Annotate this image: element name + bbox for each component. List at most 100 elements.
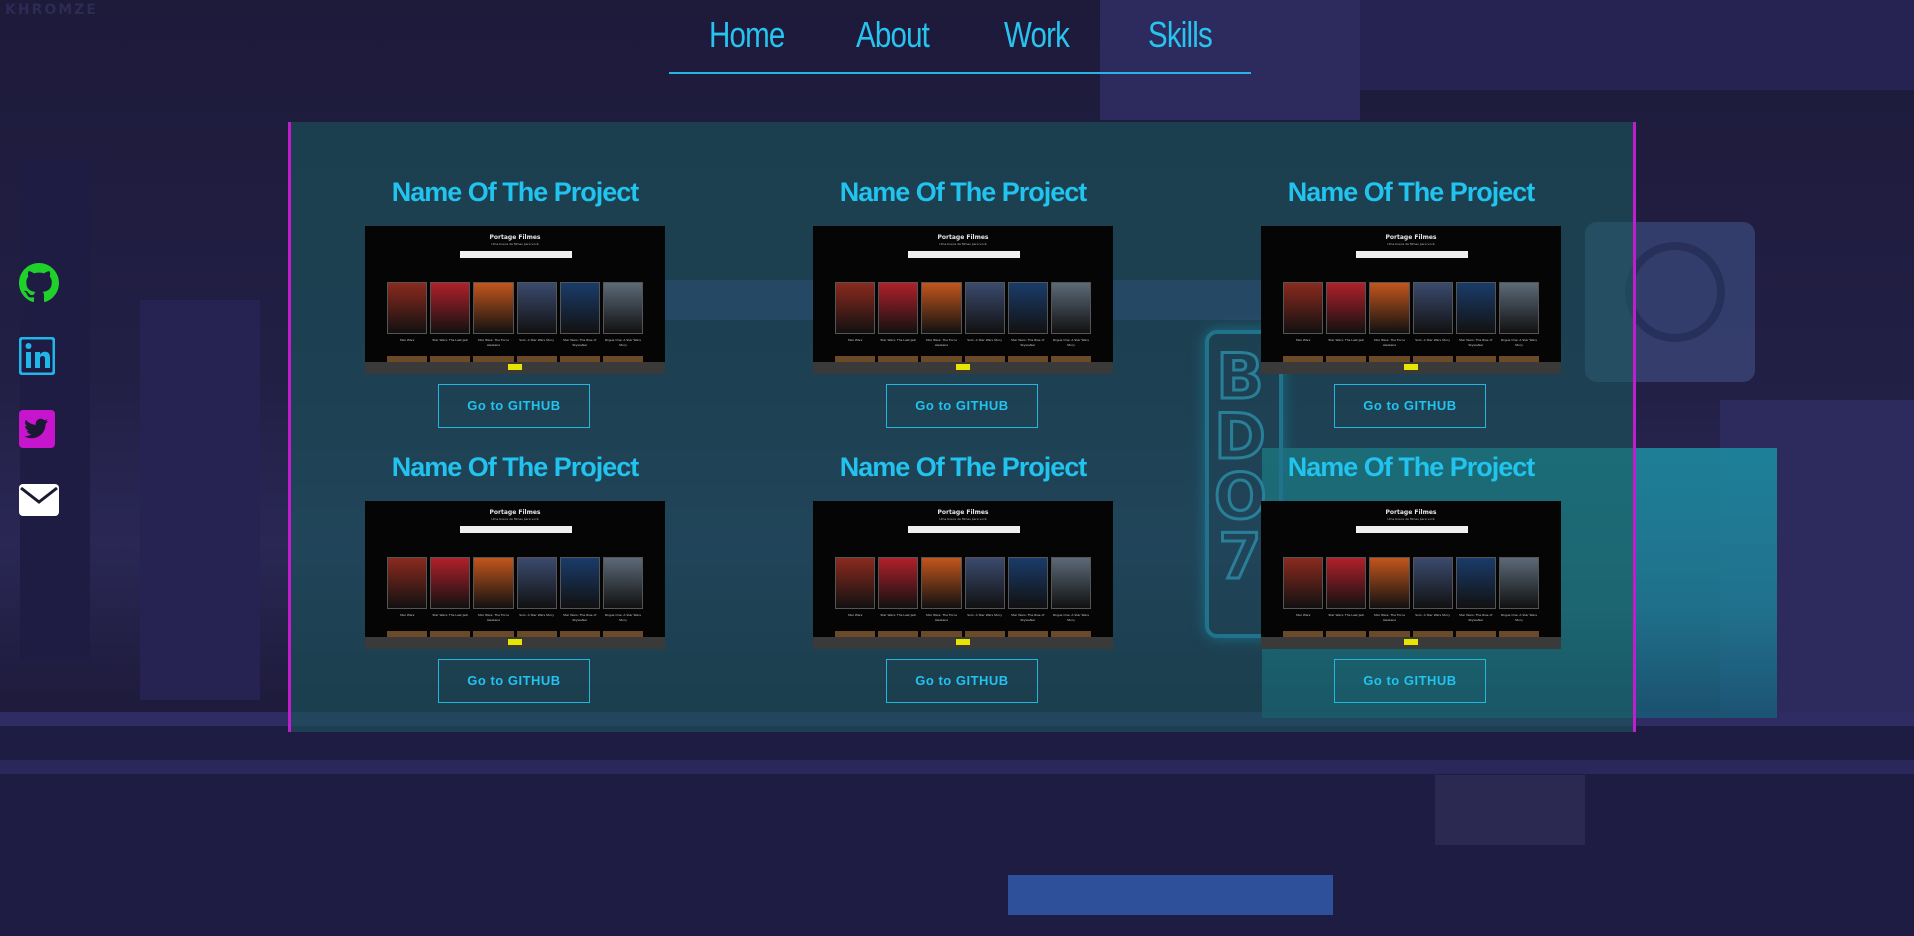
thumbnail-labels: Star Wars Star Wars: The Last Jedi Star Wa… xyxy=(387,338,643,358)
thumbnail-search-bar xyxy=(460,251,572,258)
movie-title: Star Wars xyxy=(847,338,863,342)
movie-title: Star Wars: The Last Jedi xyxy=(1328,613,1365,617)
movie-title: Rogue One: A Star Wars Story xyxy=(604,613,641,622)
movie-title: Star Wars: The Last Jedi xyxy=(432,338,469,342)
github-button[interactable]: Go to GITHUB xyxy=(886,659,1038,703)
thumbnail-subtitle: Uma busca de filmes para você xyxy=(1387,242,1435,246)
movie-title: Star Wars: The Rise of Skywalker xyxy=(1459,338,1493,347)
project-thumbnail: Portage Filmes Uma busca de filmes para v… xyxy=(813,226,1113,374)
thumbnail-labels: Star Wars Star Wars: The Last Jedi Star Wa… xyxy=(1283,613,1539,633)
movie-title: Star Wars: The Force Awakens xyxy=(925,338,957,347)
movie-poster xyxy=(835,282,876,334)
movie-title: Star Wars: The Rise of Skywalker xyxy=(1011,338,1045,347)
thumbnail-posters xyxy=(835,282,1092,334)
github-button[interactable]: Go to GITHUB xyxy=(438,384,590,428)
movie-title: Star Wars: The Force Awakens xyxy=(477,613,509,622)
movie-title: Solo: A Star Wars Story xyxy=(1415,613,1450,617)
bg-rail xyxy=(0,760,1914,774)
project-thumbnail: Portage Filmes Uma busca de filmes para v… xyxy=(813,501,1113,649)
project-title: Name Of The Project xyxy=(391,452,640,482)
movie-title: Star Wars xyxy=(1295,613,1311,617)
movie-poster xyxy=(1412,282,1453,334)
movie-poster xyxy=(835,557,876,609)
movie-poster xyxy=(964,282,1005,334)
thumbnail-posters xyxy=(387,557,644,609)
movie-poster xyxy=(387,557,428,609)
project-thumbnail: Portage Filmes Uma busca de filmes para v… xyxy=(365,501,665,649)
movie-title: Star Wars: The Rise of Skywalker xyxy=(563,613,597,622)
nav-skills[interactable]: Skills xyxy=(1148,14,1213,56)
movie-poster xyxy=(1007,282,1048,334)
nav-work[interactable]: Work xyxy=(1004,14,1070,56)
thumbnail-site-title: Portage Filmes xyxy=(1385,234,1437,241)
nav-home[interactable]: Home xyxy=(709,14,785,56)
github-icon[interactable] xyxy=(19,263,59,303)
project-thumbnail: Portage Filmes Uma busca de filmes para v… xyxy=(1261,501,1561,649)
github-button[interactable]: Go to GITHUB xyxy=(1334,384,1486,428)
thumbnail-posters xyxy=(835,557,1092,609)
movie-title: Star Wars: The Rise of Skywalker xyxy=(563,338,597,347)
movie-poster xyxy=(1369,282,1410,334)
movie-poster xyxy=(559,282,600,334)
thumbnail-posters xyxy=(387,282,644,334)
thumbnail-site-title: Portage Filmes xyxy=(489,234,541,241)
thumbnail-page-button xyxy=(956,639,970,645)
site-logo: KHROMZE xyxy=(5,2,98,18)
movie-poster xyxy=(516,282,557,334)
movie-poster xyxy=(1498,557,1540,609)
thumbnail-search-bar xyxy=(1356,251,1468,258)
thumbnail-page-button xyxy=(1404,364,1418,370)
movie-title: Star Wars xyxy=(399,338,415,342)
github-button[interactable]: Go to GITHUB xyxy=(438,659,590,703)
thumbnail-search-bar xyxy=(908,526,1020,533)
movie-poster xyxy=(1007,557,1048,609)
thumbnail-page-button xyxy=(1404,639,1418,645)
thumbnail-site-title: Portage Filmes xyxy=(489,509,541,516)
movie-title: Star Wars: The Rise of Skywalker xyxy=(1011,613,1045,622)
movie-title: Star Wars: The Last Jedi xyxy=(880,338,917,342)
thumbnail-page-button xyxy=(508,639,522,645)
movie-title: Rogue One: A Star Wars Story xyxy=(1052,613,1089,622)
movie-title: Solo: A Star Wars Story xyxy=(519,613,554,617)
bg-window xyxy=(1008,875,1333,915)
movie-poster xyxy=(1455,557,1496,609)
nav-about[interactable]: About xyxy=(856,14,930,56)
project-title: Name Of The Project xyxy=(839,452,1088,482)
movie-poster xyxy=(964,557,1005,609)
movie-poster xyxy=(921,557,962,609)
linkedin-icon[interactable] xyxy=(18,336,59,377)
thumbnail-labels: Star Wars Star Wars: The Last Jedi Star Wa… xyxy=(835,338,1091,358)
main-nav: Home About Work Skills xyxy=(669,0,1251,74)
thumbnail-site-title: Portage Filmes xyxy=(937,234,989,241)
thumbnail-labels: Star Wars Star Wars: The Last Jedi Star Wa… xyxy=(387,613,643,633)
thumbnail-labels: Star Wars Star Wars: The Last Jedi Star Wa… xyxy=(835,613,1091,633)
movie-poster xyxy=(1455,282,1496,334)
movie-title: Star Wars xyxy=(399,613,415,617)
project-title: Name Of The Project xyxy=(839,177,1088,207)
movie-title: Star Wars: The Force Awakens xyxy=(925,613,957,622)
movie-poster xyxy=(473,557,514,609)
thumbnail-posters xyxy=(1283,282,1540,334)
thumbnail-site-title: Portage Filmes xyxy=(1385,509,1437,516)
movie-poster xyxy=(430,557,471,609)
thumbnail-subtitle: Uma busca de filmes para você xyxy=(1387,517,1435,521)
movie-poster xyxy=(1498,282,1540,334)
movie-title: Rogue One: A Star Wars Story xyxy=(1500,613,1537,622)
movie-poster xyxy=(1412,557,1453,609)
movie-poster xyxy=(1326,557,1367,609)
thumbnail-page-button xyxy=(508,364,522,370)
movie-title: Star Wars: The Force Awakens xyxy=(1373,613,1405,622)
thumbnail-site-title: Portage Filmes xyxy=(937,509,989,516)
movie-poster xyxy=(1326,282,1367,334)
bg-vent xyxy=(1435,775,1585,845)
github-button[interactable]: Go to GITHUB xyxy=(1334,659,1486,703)
github-button[interactable]: Go to GITHUB xyxy=(886,384,1038,428)
movie-title: Star Wars: The Last Jedi xyxy=(880,613,917,617)
mail-icon[interactable] xyxy=(19,484,59,524)
twitter-icon[interactable] xyxy=(19,410,59,450)
project-title: Name Of The Project xyxy=(1287,452,1536,482)
movie-poster xyxy=(921,282,962,334)
movie-title: Rogue One: A Star Wars Story xyxy=(1500,338,1537,347)
bg-building xyxy=(1360,0,1914,90)
movie-poster xyxy=(1050,282,1092,334)
